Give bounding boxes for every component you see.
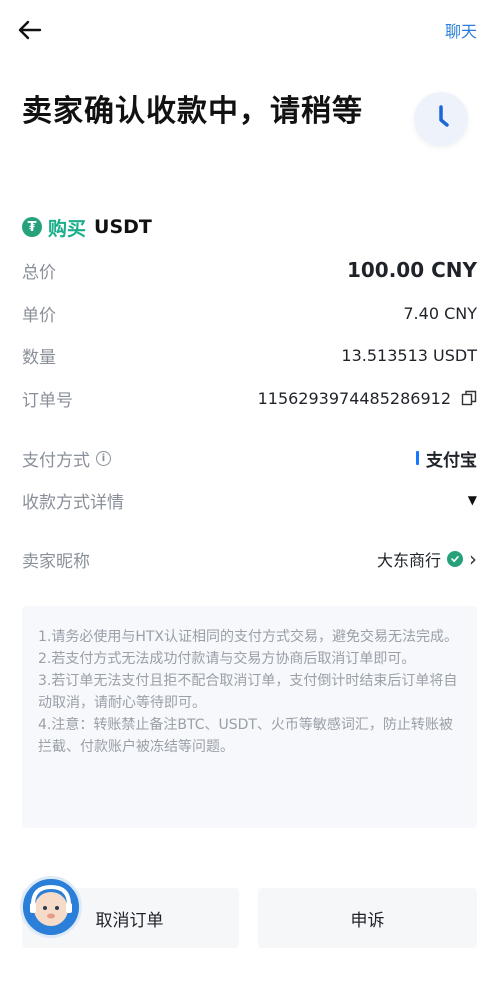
verified-badge-icon	[447, 551, 463, 567]
payment-method-label: 支付方式	[22, 450, 90, 471]
support-avatar[interactable]	[20, 876, 82, 938]
status-title: 卖家确认收款中，请稍等	[22, 94, 363, 129]
order-number-value: 1156293974485286912	[257, 388, 451, 408]
caret-down-icon[interactable]: ▼	[468, 493, 477, 507]
total-price-row: 总价 100.00 CNY	[22, 255, 477, 285]
order-number-value-wrap: 1156293974485286912	[258, 389, 477, 408]
seller-row[interactable]: 卖家昵称 大东商行 ›	[22, 544, 477, 574]
seller-value-wrap: 大东商行 ›	[377, 547, 477, 571]
payment-details-label: 收款方式详情	[22, 492, 124, 513]
notice-line: 4.注意：转账禁止备注BTC、USDT、火币等敏感词汇，防止转账被拦截、付款账户…	[38, 717, 453, 755]
top-bar: 聊天	[0, 0, 499, 60]
quantity-row: 数量 13.513513 USDT	[22, 340, 477, 370]
notice-box: 1.请务必使用与HTX认证相同的支付方式交易，避免交易无法完成。 2.若支付方式…	[22, 606, 477, 828]
appeal-label: 申诉	[350, 910, 385, 931]
info-icon[interactable]: i	[96, 450, 111, 466]
unit-price-label: 单价	[22, 305, 56, 326]
trade-summary: ₮ 购买 USDT	[22, 214, 152, 240]
total-price-value: 100.00 CNY	[346, 258, 477, 282]
trade-coin: USDT	[94, 216, 152, 238]
unit-price-value: 7.40 CNY	[403, 303, 477, 323]
tether-icon: ₮	[22, 217, 42, 237]
payment-details-row[interactable]: 收款方式详情 ▼	[22, 485, 477, 515]
order-number-label: 订单号	[22, 390, 73, 411]
quantity-label: 数量	[22, 347, 56, 368]
copy-icon[interactable]	[461, 390, 477, 406]
quantity-value: 13.513513 USDT	[341, 345, 477, 365]
notice-line: 1.请务必使用与HTX认证相同的支付方式交易，避免交易无法完成。	[38, 629, 459, 645]
seller-name: 大东商行	[376, 551, 441, 570]
clock-icon	[414, 92, 468, 146]
notice-line: 3.若订单无法支付且拒不配合取消订单，支付倒计时结束后订单将自动取消，请耐心等待…	[38, 673, 458, 711]
notice-line: 2.若支付方式无法成功付款请与交易方协商后取消订单即可。	[38, 651, 416, 667]
unit-price-row: 单价 7.40 CNY	[22, 298, 477, 328]
chat-link[interactable]: 聊天	[445, 18, 477, 42]
order-number-row: 订单号 1156293974485286912	[22, 383, 477, 413]
appeal-button[interactable]: 申诉	[258, 888, 477, 948]
payment-method-label-wrap: 支付方式 i	[22, 446, 111, 471]
total-price-label: 总价	[22, 262, 56, 283]
payment-method-row: 支付方式 i 支付宝	[22, 443, 477, 473]
payment-method-value-wrap: 支付宝	[416, 446, 477, 471]
seller-label: 卖家昵称	[22, 551, 90, 572]
chevron-right-icon: ›	[469, 547, 477, 571]
payment-accent-bar	[416, 451, 419, 465]
back-arrow-icon[interactable]	[16, 16, 44, 44]
trade-action: 购买	[48, 217, 87, 240]
payment-method-value: 支付宝	[426, 450, 477, 471]
cancel-order-label: 取消订单	[95, 910, 164, 931]
